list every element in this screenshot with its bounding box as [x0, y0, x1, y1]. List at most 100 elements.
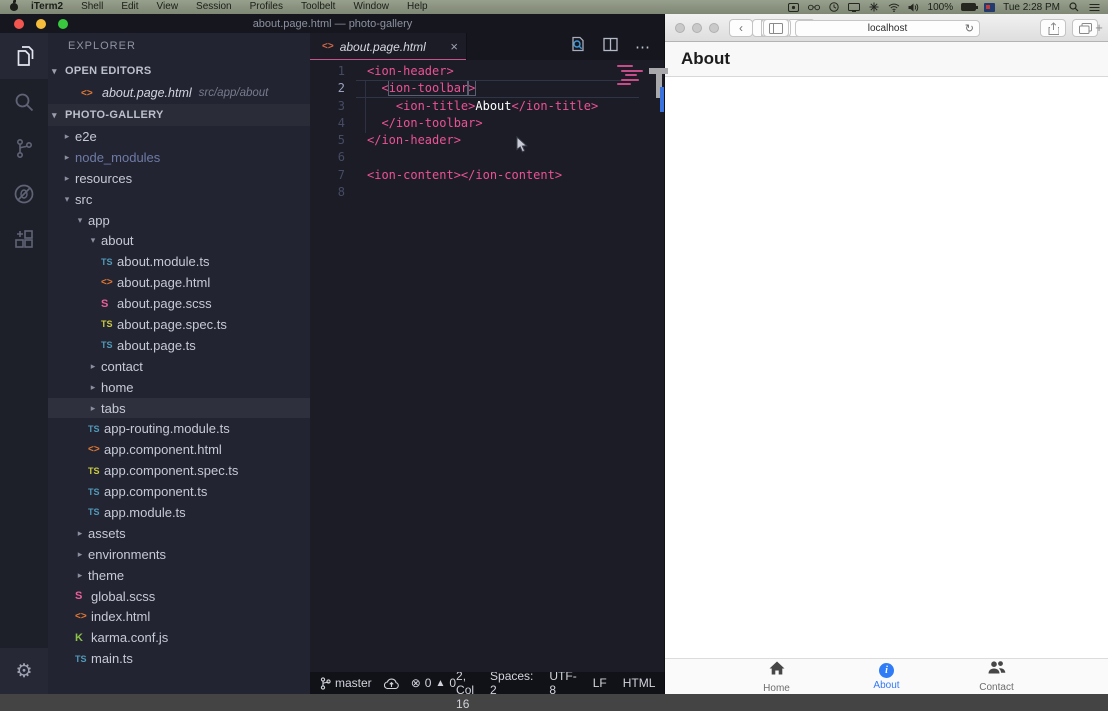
open-preview-icon[interactable] — [570, 36, 586, 57]
chevron-down-icon: ▾ — [52, 66, 62, 77]
menu-session[interactable]: Session — [187, 0, 241, 14]
tree-item-about-page-spec-ts[interactable]: TSabout.page.spec.ts — [48, 314, 310, 335]
code-line-7[interactable]: 7<ion-content></ion-content> — [310, 167, 665, 184]
settings-gear-icon[interactable]: ⚙ — [0, 648, 48, 694]
debug-icon[interactable] — [0, 171, 48, 217]
tree-item-about[interactable]: ▾about — [48, 230, 310, 251]
tree-item-app-component-ts[interactable]: TSapp.component.ts — [48, 481, 310, 502]
menu-profiles[interactable]: Profiles — [241, 0, 292, 14]
apple-menu-icon[interactable] — [10, 3, 18, 11]
menu-app-name[interactable]: iTerm2 — [22, 0, 72, 14]
ts-file-icon: TS — [88, 487, 104, 497]
encoding-setting[interactable]: UTF-8 — [549, 669, 576, 697]
split-editor-icon[interactable] — [603, 37, 618, 57]
minimap[interactable] — [617, 65, 651, 88]
tree-item-contact[interactable]: ▸contact — [48, 356, 310, 377]
tree-item-assets[interactable]: ▸assets — [48, 523, 310, 544]
tree-item-index-html[interactable]: <>index.html — [48, 606, 310, 627]
code-line-5[interactable]: 5</ion-header> — [310, 132, 665, 149]
menubar-clock[interactable]: Tue 2:28 PM — [1003, 2, 1060, 13]
tree-item-about-page-html[interactable]: <>about.page.html — [48, 272, 310, 293]
notification-center-icon[interactable] — [1088, 2, 1100, 13]
code-line-8[interactable]: 8 — [310, 184, 665, 201]
macos-menubar: iTerm2 Shell Edit View Session Profiles … — [0, 0, 1108, 14]
menu-help[interactable]: Help — [398, 0, 437, 14]
tree-item-about-page-ts[interactable]: TSabout.page.ts — [48, 335, 310, 356]
source-control-icon[interactable] — [0, 125, 48, 171]
code-line-1[interactable]: 1<ion-header> — [310, 63, 665, 80]
publish-cloud-icon[interactable] — [384, 677, 399, 690]
menubar-menus: iTerm2 Shell Edit View Session Profiles … — [0, 0, 437, 14]
tree-item-home[interactable]: ▸home — [48, 377, 310, 398]
volume-icon[interactable] — [908, 2, 920, 13]
tab-about-page-html[interactable]: <> about.page.html × — [310, 33, 467, 60]
tree-item-app-module-ts[interactable]: TSapp.module.ts — [48, 502, 310, 523]
zoom-window-button[interactable] — [709, 23, 719, 33]
ts-file-icon: TS — [88, 424, 104, 434]
menu-toolbelt[interactable]: Toolbelt — [292, 0, 344, 14]
menu-shell[interactable]: Shell — [72, 0, 112, 14]
menu-edit[interactable]: Edit — [112, 0, 147, 14]
tree-item-karma-conf-js[interactable]: Kkarma.conf.js — [48, 627, 310, 648]
tree-item-environments[interactable]: ▸environments — [48, 544, 310, 565]
open-editor-item[interactable]: <> about.page.html src/app/about — [48, 82, 310, 104]
tsy-file-icon: TS — [101, 319, 117, 329]
git-branch-indicator[interactable]: master — [320, 676, 372, 690]
more-actions-icon[interactable]: ⋯ — [635, 38, 651, 56]
tree-item-tabs[interactable]: ▸tabs — [48, 398, 310, 419]
search-icon[interactable] — [0, 79, 48, 125]
input-source-flag-icon[interactable] — [984, 3, 995, 12]
close-icon[interactable]: × — [450, 39, 458, 54]
tree-item-about-module-ts[interactable]: TSabout.module.ts — [48, 251, 310, 272]
project-section-header[interactable]: ▾ PHOTO-GALLERY — [48, 104, 310, 126]
code-line-3[interactable]: 3 <ion-title>About</ion-title> — [310, 98, 665, 115]
tree-item-app-routing-module-ts[interactable]: TSapp-routing.module.ts — [48, 418, 310, 439]
code-line-6[interactable]: 6 — [310, 149, 665, 166]
tree-item-label: app — [88, 213, 110, 228]
tree-item-resources[interactable]: ▸resources — [48, 168, 310, 189]
open-editors-section[interactable]: ▾ OPEN EDITORS — [48, 60, 310, 82]
tsy-file-icon: TS — [88, 466, 104, 476]
vscode-titlebar[interactable]: about.page.html — photo-gallery — [0, 14, 665, 33]
tree-item-node-modules[interactable]: ▸node_modules — [48, 147, 310, 168]
battery-icon[interactable] — [961, 3, 976, 11]
file-tree: ▸e2e▸node_modules▸resources▾src▾app▾abou… — [48, 126, 310, 694]
new-tab-button[interactable]: + — [1092, 20, 1106, 35]
sidebar-pane-icon[interactable] — [763, 19, 789, 37]
language-mode[interactable]: HTML — [623, 676, 656, 690]
tree-item-global-scss[interactable]: Sglobal.scss — [48, 586, 310, 607]
extensions-icon[interactable] — [0, 217, 48, 263]
indentation-setting[interactable]: Spaces: 2 — [490, 669, 533, 697]
menu-window[interactable]: Window — [344, 0, 398, 14]
explorer-icon[interactable] — [0, 33, 48, 79]
code-editor[interactable]: 1<ion-header>2 <ion-toolbar>3 <ion-title… — [310, 60, 665, 672]
clock-status-icon[interactable] — [828, 2, 840, 13]
tree-item-app-component-spec-ts[interactable]: TSapp.component.spec.ts — [48, 460, 310, 481]
screen-record-icon[interactable] — [788, 2, 800, 13]
eol-setting[interactable]: LF — [593, 676, 607, 690]
tree-item-e2e[interactable]: ▸e2e — [48, 126, 310, 147]
address-bar[interactable]: localhost ↻ — [795, 20, 980, 37]
menu-view[interactable]: View — [148, 0, 188, 14]
back-button[interactable]: ‹ — [729, 19, 753, 37]
tree-item-app-component-html[interactable]: <>app.component.html — [48, 439, 310, 460]
code-line-4[interactable]: 4 </ion-toolbar> — [310, 115, 665, 132]
wifi-icon[interactable] — [888, 2, 900, 13]
tab-home[interactable]: Home — [722, 659, 832, 694]
tree-item-src[interactable]: ▾src — [48, 189, 310, 210]
minimize-window-button[interactable] — [692, 23, 702, 33]
tree-item-theme[interactable]: ▸theme — [48, 565, 310, 586]
glasses-icon[interactable] — [808, 2, 820, 13]
tree-item-about-page-scss[interactable]: Sabout.page.scss — [48, 293, 310, 314]
problems-indicator[interactable]: ⊗ 0 ▲ 0 — [411, 676, 456, 690]
fan-icon[interactable] — [868, 2, 880, 13]
tab-about[interactable]: iAbout — [832, 659, 942, 694]
tree-item-main-ts[interactable]: TSmain.ts — [48, 648, 310, 669]
close-window-button[interactable] — [675, 23, 685, 33]
reload-icon[interactable]: ↻ — [965, 22, 974, 35]
spotlight-icon[interactable] — [1068, 2, 1080, 13]
tab-contact[interactable]: Contact — [942, 659, 1052, 694]
tree-item-app[interactable]: ▾app — [48, 210, 310, 231]
share-icon[interactable] — [1040, 19, 1066, 37]
display-icon[interactable] — [848, 2, 860, 13]
